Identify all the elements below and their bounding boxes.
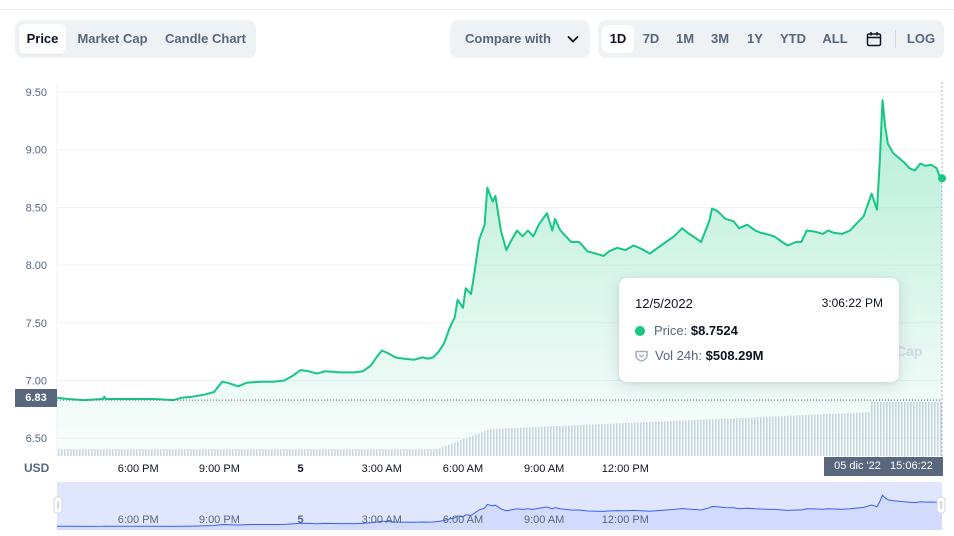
y-tick-label: 7.50 — [26, 318, 47, 330]
volume-shield-icon — [635, 350, 648, 362]
tooltip-price-label: Price: — [654, 323, 688, 338]
price-dot-icon — [635, 326, 645, 336]
y-tick-label: 8.50 — [26, 202, 47, 214]
brush-tick-label: 12:00 PM — [602, 514, 649, 526]
brush-tick-label: 3:00 AM — [362, 514, 402, 526]
x-tick-label: 3:00 AM — [362, 463, 402, 475]
price-chart[interactable]: 9.50 9.00 8.50 8.00 7.50 7.00 6.50 6:00 PM 9:00… — [0, 0, 954, 536]
tooltip-volume-row: Vol 24h: $508.29M — [635, 348, 763, 363]
x-axis: 6:00 PM 9:00 PM 5 3:00 AM 6:00 AM 9:00 AM 12:0… — [118, 463, 649, 475]
y-tick-label: 6.50 — [26, 433, 47, 445]
x-tick-label: 6:00 AM — [443, 463, 483, 475]
price-series — [56, 82, 946, 456]
y-tick-label: 9.50 — [26, 87, 47, 99]
chart-tooltip: 12/5/2022 3:06:22 PM Price: $8.7524 Vol … — [619, 278, 899, 382]
brush-tick-label: 9:00 AM — [524, 514, 564, 526]
brush-tick-label: 9:00 PM — [199, 514, 240, 526]
crosshair-date-label: 05 dic '22 15:06:22 — [824, 457, 943, 476]
current-price-label: 6.83 — [15, 389, 57, 407]
brush-tick-label: 6:00 PM — [118, 514, 159, 526]
tooltip-volume-value: $508.29M — [705, 348, 764, 363]
y-tick-label: 7.00 — [26, 376, 47, 388]
x-tick-label: 12:00 PM — [602, 463, 649, 475]
x-tick-label: 9:00 AM — [524, 463, 564, 475]
tooltip-volume-label: Vol 24h: — [655, 348, 702, 363]
brush-tick-label: 6:00 AM — [443, 514, 483, 526]
tooltip-price-row: Price: $8.7524 — [635, 323, 738, 338]
y-tick-label: 9.00 — [26, 145, 47, 157]
brush-tick-label: 5 — [298, 514, 304, 526]
range-brush[interactable]: 6:00 PM 9:00 PM 5 3:00 AM 6:00 AM 9:00 AM 12:0… — [53, 482, 946, 530]
y-tick-label: 8.00 — [26, 260, 47, 272]
currency-label: USD — [24, 461, 50, 475]
tooltip-date: 12/5/2022 — [635, 296, 693, 311]
tooltip-price-value: $8.7524 — [690, 323, 738, 338]
x-tick-label: 5 — [298, 463, 304, 475]
current-point — [938, 174, 946, 183]
x-tick-label: 9:00 PM — [199, 463, 240, 475]
tooltip-time: 3:06:22 PM — [821, 296, 883, 310]
x-tick-label: 6:00 PM — [118, 463, 159, 475]
watermark-text: Cap — [896, 343, 922, 359]
